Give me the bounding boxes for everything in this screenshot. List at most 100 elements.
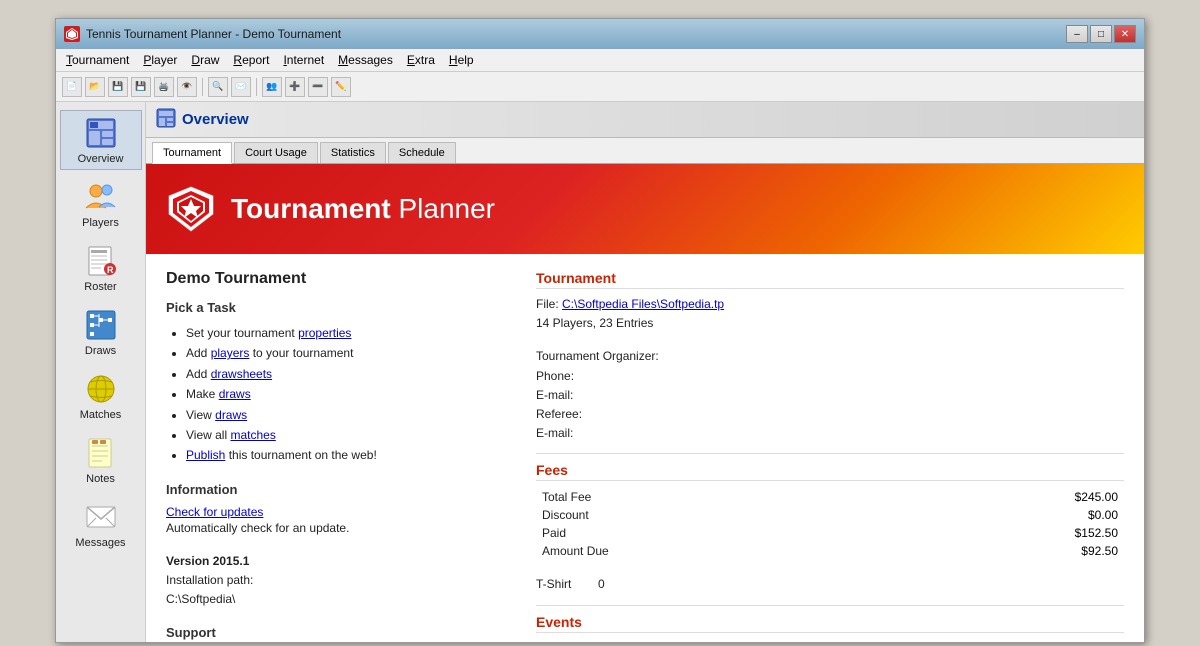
- right-panel: Tournament File: C:\Softpedia Files\Soft…: [536, 270, 1124, 642]
- task-section: Pick a Task Set your tournament properti…: [166, 300, 506, 466]
- info-heading: Information: [166, 482, 506, 497]
- task-item-2: Add players to your tournament: [186, 343, 506, 363]
- toolbar-remove[interactable]: ➖: [308, 77, 328, 97]
- toolbar-save[interactable]: 💾: [108, 77, 128, 97]
- tshirt-label: T-Shirt: [536, 577, 571, 591]
- page-title: Demo Tournament: [166, 270, 506, 288]
- task-item-5: View draws: [186, 405, 506, 425]
- fee-label-due: Amount Due: [538, 543, 1050, 559]
- tshirt-value: 0: [598, 577, 605, 591]
- toolbar-new[interactable]: 📄: [62, 77, 82, 97]
- sidebar-item-notes[interactable]: Notes: [60, 430, 142, 490]
- players-icon: [83, 179, 119, 215]
- toolbar-email[interactable]: ✉️: [231, 77, 251, 97]
- toolbar-separator-1: [202, 78, 203, 96]
- close-button[interactable]: ✕: [1114, 25, 1136, 43]
- fee-value-total: $245.00: [1052, 489, 1122, 505]
- sidebar-label-players: Players: [82, 217, 119, 229]
- sidebar-item-draws[interactable]: Draws: [60, 302, 142, 362]
- svg-text:R: R: [107, 265, 114, 275]
- fee-value-discount: $0.00: [1052, 507, 1122, 523]
- menu-extra[interactable]: Extra: [401, 51, 441, 69]
- fee-value-due: $92.50: [1052, 543, 1122, 559]
- sidebar-item-matches[interactable]: Matches: [60, 366, 142, 426]
- matches-icon: [83, 371, 119, 407]
- fee-label-discount: Discount: [538, 507, 1050, 523]
- messages-icon: [83, 499, 119, 535]
- task-list: Set your tournament properties Add playe…: [166, 323, 506, 466]
- link-draws-view[interactable]: draws: [215, 408, 247, 422]
- link-drawsheets[interactable]: drawsheets: [211, 367, 272, 381]
- sidebar-item-messages[interactable]: Messages: [60, 494, 142, 554]
- banner-title-normal: Planner: [391, 193, 495, 224]
- organizer-label: Tournament Organizer:: [536, 347, 1124, 366]
- menu-internet[interactable]: Internet: [277, 51, 330, 69]
- menu-help[interactable]: Help: [443, 51, 480, 69]
- title-bar: Tennis Tournament Planner - Demo Tournam…: [56, 19, 1144, 49]
- toolbar-print[interactable]: 🖨️: [154, 77, 174, 97]
- link-publish[interactable]: Publish: [186, 448, 225, 462]
- sidebar-label-notes: Notes: [86, 473, 115, 485]
- sidebar-label-roster: Roster: [84, 281, 116, 293]
- toolbar-separator-2: [256, 78, 257, 96]
- update-link[interactable]: Check for updates: [166, 505, 506, 519]
- tab-statistics[interactable]: Statistics: [320, 142, 386, 163]
- sidebar-item-roster[interactable]: R Roster: [60, 238, 142, 298]
- sidebar-item-players[interactable]: Players: [60, 174, 142, 234]
- link-matches[interactable]: matches: [230, 428, 275, 442]
- title-bar-left: Tennis Tournament Planner - Demo Tournam…: [64, 26, 341, 42]
- maximize-button[interactable]: □: [1090, 25, 1112, 43]
- tournament-heading: Tournament: [536, 270, 1124, 289]
- fees-block: Fees Total Fee $245.00 Discount: [536, 462, 1124, 594]
- main-layout: Overview Players: [56, 102, 1144, 642]
- fee-row-due: Amount Due $92.50: [538, 543, 1122, 559]
- task-item-3: Add drawsheets: [186, 364, 506, 384]
- tab-bar: Tournament Court Usage Statistics Schedu…: [146, 138, 1144, 164]
- sidebar-item-overview[interactable]: Overview: [60, 110, 142, 170]
- task-item-6: View all matches: [186, 425, 506, 445]
- task-item-1: Set your tournament properties: [186, 323, 506, 343]
- file-link[interactable]: C:\Softpedia Files\Softpedia.tp: [562, 297, 724, 311]
- install-path: C:\Softpedia\: [166, 590, 506, 609]
- toolbar-add[interactable]: ➕: [285, 77, 305, 97]
- minimize-button[interactable]: –: [1066, 25, 1088, 43]
- menu-messages[interactable]: Messages: [332, 51, 399, 69]
- tab-schedule[interactable]: Schedule: [388, 142, 456, 163]
- toolbar-saveas[interactable]: 💾: [131, 77, 151, 97]
- tab-tournament[interactable]: Tournament: [152, 142, 232, 164]
- banner-title-bold: Tournament: [231, 193, 391, 224]
- fee-label-total: Total Fee: [538, 489, 1050, 505]
- overview-icon: [83, 115, 119, 151]
- notes-icon: [83, 435, 119, 471]
- task-item-7: Publish this tournament on the web!: [186, 445, 506, 465]
- toolbar-players[interactable]: 👥: [262, 77, 282, 97]
- fee-value-paid: $152.50: [1052, 525, 1122, 541]
- toolbar-search[interactable]: 🔍: [208, 77, 228, 97]
- left-panel: Demo Tournament Pick a Task Set your tou…: [166, 270, 506, 642]
- fees-heading: Fees: [536, 462, 1124, 481]
- fees-table: Total Fee $245.00 Discount $0.00 Paid: [536, 487, 1124, 561]
- toolbar-preview[interactable]: 👁️: [177, 77, 197, 97]
- menu-draw[interactable]: Draw: [185, 51, 225, 69]
- link-players[interactable]: players: [211, 346, 250, 360]
- tshirt-row: T-Shirt 0: [536, 575, 1124, 594]
- fee-row-paid: Paid $152.50: [538, 525, 1122, 541]
- tab-court-usage[interactable]: Court Usage: [234, 142, 318, 163]
- link-properties[interactable]: properties: [298, 326, 351, 340]
- fee-row-total: Total Fee $245.00: [538, 489, 1122, 505]
- sidebar-label-overview: Overview: [78, 153, 124, 165]
- menu-player[interactable]: Player: [137, 51, 183, 69]
- overview-header-icon: [156, 108, 176, 131]
- version-text: Version 2015.1: [166, 552, 506, 571]
- toolbar: 📄 📂 💾 💾 🖨️ 👁️ 🔍 ✉️ 👥 ➕ ➖ ✏️: [56, 72, 1144, 102]
- page-content: Demo Tournament Pick a Task Set your tou…: [146, 254, 1144, 642]
- fee-row-discount: Discount $0.00: [538, 507, 1122, 523]
- app-window: Tennis Tournament Planner - Demo Tournam…: [55, 18, 1145, 643]
- toolbar-open[interactable]: 📂: [85, 77, 105, 97]
- menu-tournament[interactable]: Tournament: [60, 51, 135, 69]
- menu-report[interactable]: Report: [227, 51, 275, 69]
- toolbar-edit[interactable]: ✏️: [331, 77, 351, 97]
- roster-icon: R: [83, 243, 119, 279]
- link-draws-make[interactable]: draws: [219, 387, 251, 401]
- info-section: Information Check for updates Automatica…: [166, 482, 506, 610]
